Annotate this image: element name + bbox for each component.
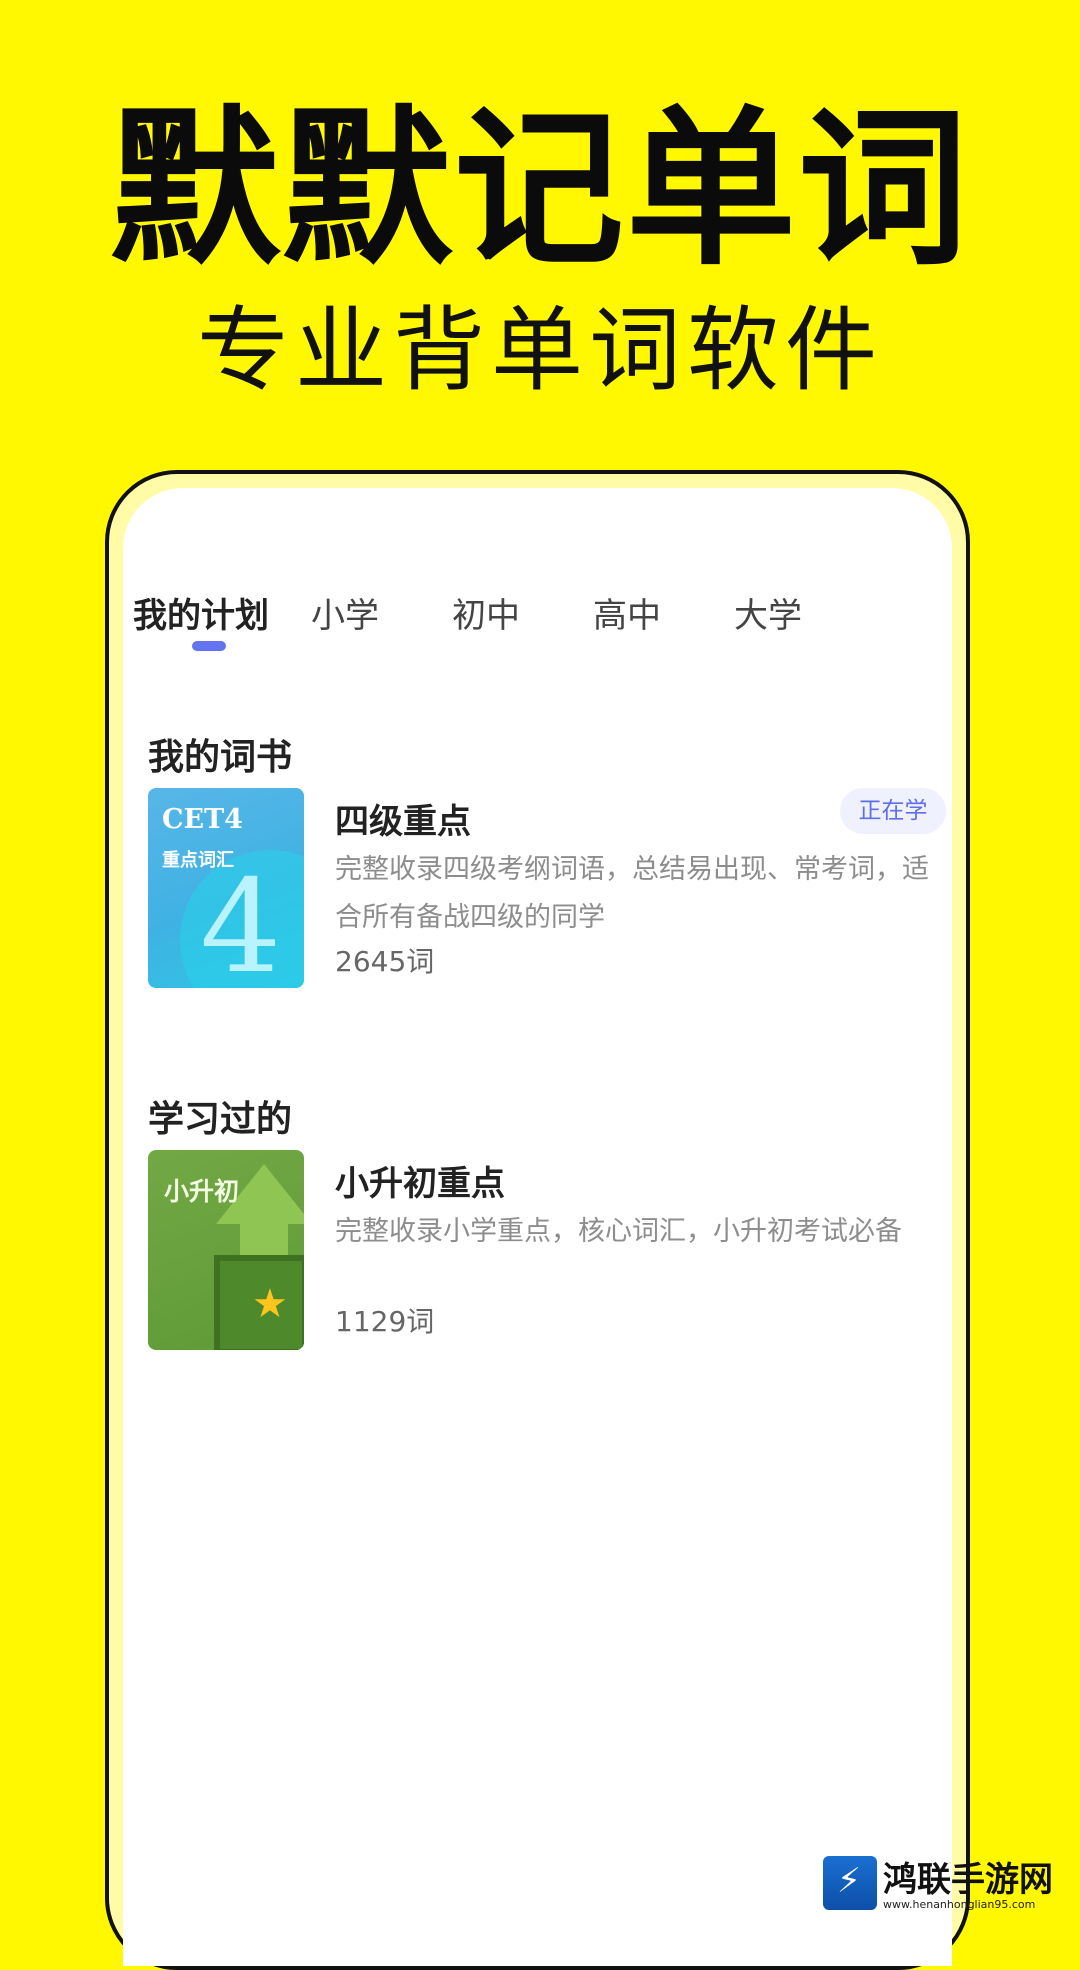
- status-badge: 正在学: [840, 788, 946, 834]
- cover-number: 4: [200, 853, 282, 989]
- phone-frame: 我的计划 小学 初中 高中 大学 我的词书 CET4 重点词汇 4 四级重点 正…: [105, 470, 970, 1970]
- watermark: ⚡ 鸿联手游网 www.henanhonglian95.com: [823, 1852, 1068, 1914]
- promo-headline: 默默记单词: [109, 91, 970, 289]
- watermark-logo-icon: ⚡: [823, 1856, 877, 1910]
- tab-university[interactable]: 大学: [734, 588, 802, 637]
- promo-subheadline: 专业背单词软件: [196, 297, 883, 404]
- book-word-count: 1129词: [335, 1305, 435, 1338]
- cover-title: 小升初: [164, 1177, 240, 1206]
- book-item-xsc[interactable]: 小升初 ★ 小升初重点 完整收录小学重点，核心词汇，小升初考试必备 1129词: [148, 1150, 946, 1350]
- section-title-studied: 学习过的: [148, 1099, 293, 1140]
- tab-primary[interactable]: 小学: [311, 588, 379, 637]
- tab-my-plan[interactable]: 我的计划: [133, 588, 269, 637]
- section-title-my-books: 我的词书: [148, 737, 293, 778]
- app-screen: 我的计划 小学 初中 高中 大学 我的词书 CET4 重点词汇 4 四级重点 正…: [123, 488, 952, 1966]
- book-item-cet4[interactable]: CET4 重点词汇 4 四级重点 正在学 完整收录四级考纲词语，总结易出现、常考…: [148, 788, 946, 988]
- watermark-name: 鸿联手游网: [883, 1860, 1053, 1900]
- book-title: 四级重点: [335, 802, 471, 842]
- watermark-url: www.henanhonglian95.com: [883, 1898, 1036, 1911]
- book-description: 完整收录四级考纲词语，总结易出现、常考词，适合所有备战四级的同学: [335, 854, 929, 933]
- tab-junior[interactable]: 初中: [452, 588, 520, 637]
- cover-title: CET4: [162, 804, 243, 835]
- star-icon: ★: [252, 1281, 288, 1327]
- book-cover-cet4: CET4 重点词汇 4: [148, 788, 304, 988]
- tab-bar: 我的计划 小学 初中 高中 大学: [123, 588, 952, 638]
- book-cover-xsc: 小升初 ★: [148, 1150, 304, 1350]
- tab-senior[interactable]: 高中: [593, 588, 661, 637]
- book-description: 完整收录小学重点，核心词汇，小升初考试必备: [335, 1216, 902, 1247]
- tab-indicator: [192, 641, 226, 651]
- book-title: 小升初重点: [335, 1164, 505, 1204]
- book-word-count: 2645词: [335, 945, 435, 978]
